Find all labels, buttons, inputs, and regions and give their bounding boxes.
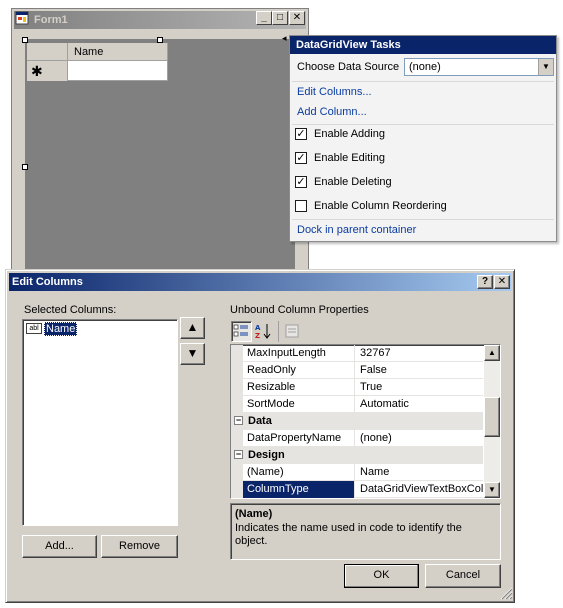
property-value[interactable]: Name (356, 464, 483, 481)
property-name: MaxInputLength (243, 345, 355, 362)
property-value[interactable]: False (356, 362, 483, 379)
svg-text:A: A (255, 324, 261, 332)
edit-columns-dialog: Edit Columns ? ✕ Selected Columns: abl N… (5, 269, 515, 603)
property-pages-button[interactable] (283, 322, 303, 342)
property-description-panel: (Name) Indicates the name used in code t… (230, 503, 501, 560)
property-value[interactable]: True (356, 379, 483, 396)
scroll-thumb[interactable] (484, 397, 500, 437)
dock-in-parent-link[interactable]: Dock in parent container (297, 224, 416, 236)
divider (292, 219, 554, 220)
properties-label: Unbound Column Properties (230, 304, 369, 316)
property-row-selected[interactable]: ColumnType DataGridViewTextBoxColu (243, 481, 483, 498)
add-column-link[interactable]: Add Column... (297, 106, 367, 118)
property-value[interactable]: 32767 (356, 345, 483, 362)
property-name: (Name) (243, 464, 355, 481)
property-name: DataPropertyName (243, 430, 355, 447)
svg-text:Z: Z (255, 332, 260, 340)
collapse-icon[interactable]: − (234, 450, 243, 459)
selection-handle[interactable] (22, 37, 28, 43)
data-source-dropdown[interactable]: (none) ▼ (404, 58, 554, 76)
property-row[interactable]: Resizable True (243, 379, 483, 396)
list-item-label[interactable]: Name (44, 322, 78, 336)
sort-alphabetical-icon: A Z (255, 324, 271, 340)
resize-grip-icon[interactable] (499, 586, 513, 600)
chevron-down-icon[interactable]: ▼ (538, 59, 553, 75)
property-value[interactable]: (none) (356, 430, 483, 447)
alphabetical-button[interactable]: A Z (254, 322, 274, 342)
property-row[interactable]: MaxInputLength 32767 (243, 345, 483, 362)
selected-columns-label: Selected Columns: (24, 304, 117, 316)
property-name: SortMode (243, 396, 355, 413)
help-button[interactable]: ? (477, 275, 493, 289)
form1-title-text: Form1 (34, 14, 68, 26)
grid-header-corner (27, 43, 68, 61)
property-value[interactable]: Automatic (356, 396, 483, 413)
list-item[interactable]: abl Name (23, 320, 175, 338)
move-up-button[interactable]: ▲ (180, 317, 205, 339)
data-source-value: (none) (409, 61, 441, 73)
close-button[interactable]: ✕ (289, 11, 305, 25)
form-app-icon (15, 11, 29, 25)
description-title: (Name) (235, 508, 273, 520)
enable-column-reordering-checkbox[interactable] (295, 200, 307, 212)
category-label: Data (248, 415, 272, 427)
property-grid[interactable]: MaxInputLength 32767 ReadOnly False Resi… (230, 344, 501, 499)
choose-data-source-label: Choose Data Source (297, 61, 400, 73)
cancel-button[interactable]: Cancel (425, 564, 501, 588)
category-label: Design (248, 449, 285, 461)
form1-window: Form1 _ □ ✕ Name ✱ ◂ (11, 8, 309, 270)
categorized-icon (233, 324, 248, 337)
property-row[interactable]: (Name) Name (243, 464, 483, 481)
enable-editing-checkbox[interactable]: ✓ (295, 152, 307, 164)
description-text: Indicates the name used in code to ident… (235, 522, 462, 547)
selection-handle[interactable] (22, 164, 28, 170)
enable-deleting-checkbox[interactable]: ✓ (295, 176, 307, 188)
categorized-button[interactable] (231, 321, 252, 342)
divider (292, 81, 554, 82)
scroll-down-button[interactable]: ▼ (484, 482, 500, 498)
selection-handle[interactable] (157, 37, 163, 43)
collapse-icon[interactable]: − (234, 416, 243, 425)
remove-button[interactable]: Remove (101, 535, 178, 558)
grid-column-header-name[interactable]: Name (68, 43, 168, 61)
property-name: ReadOnly (243, 362, 355, 379)
textbox-column-icon: abl (26, 323, 42, 334)
enable-deleting-label[interactable]: Enable Deleting (314, 176, 392, 188)
enable-column-reordering-label[interactable]: Enable Column Reordering (314, 200, 447, 212)
toolbar-divider (278, 321, 279, 342)
property-name: Resizable (243, 379, 355, 396)
move-down-button[interactable]: ▼ (180, 343, 205, 365)
enable-adding-checkbox[interactable]: ✓ (295, 128, 307, 140)
property-value[interactable]: DataGridViewTextBoxColu (356, 481, 483, 498)
category-design[interactable]: − Design (231, 447, 483, 464)
category-data[interactable]: − Data (231, 413, 483, 430)
datagridview-tasks-panel: DataGridView Tasks Choose Data Source (n… (289, 35, 557, 242)
tasks-title: DataGridView Tasks (290, 36, 556, 54)
add-button[interactable]: Add... (22, 535, 97, 558)
dialog-title-bar: Edit Columns (9, 273, 511, 291)
enable-editing-label[interactable]: Enable Editing (314, 152, 385, 164)
selected-columns-list[interactable]: abl Name (22, 319, 178, 526)
property-grid-scrollbar[interactable]: ▲ ▼ (484, 345, 500, 498)
dialog-title: Edit Columns (12, 276, 83, 288)
enable-adding-label[interactable]: Enable Adding (314, 128, 385, 140)
property-name: ColumnType (243, 481, 355, 498)
dialog-close-button[interactable]: ✕ (494, 275, 510, 289)
property-row[interactable]: SortMode Automatic (243, 396, 483, 413)
maximize-button[interactable]: □ (272, 11, 288, 25)
divider (292, 124, 554, 125)
ok-button[interactable]: OK (344, 564, 419, 588)
property-row[interactable]: ReadOnly False (243, 362, 483, 379)
property-pages-icon (285, 324, 299, 338)
grid-new-row-cell[interactable] (68, 61, 168, 81)
grid-new-row-header: ✱ (27, 61, 68, 81)
scroll-up-button[interactable]: ▲ (484, 345, 500, 361)
property-row[interactable]: DataPropertyName (none) (243, 430, 483, 447)
minimize-button[interactable]: _ (256, 11, 272, 25)
edit-columns-link[interactable]: Edit Columns... (297, 86, 372, 98)
